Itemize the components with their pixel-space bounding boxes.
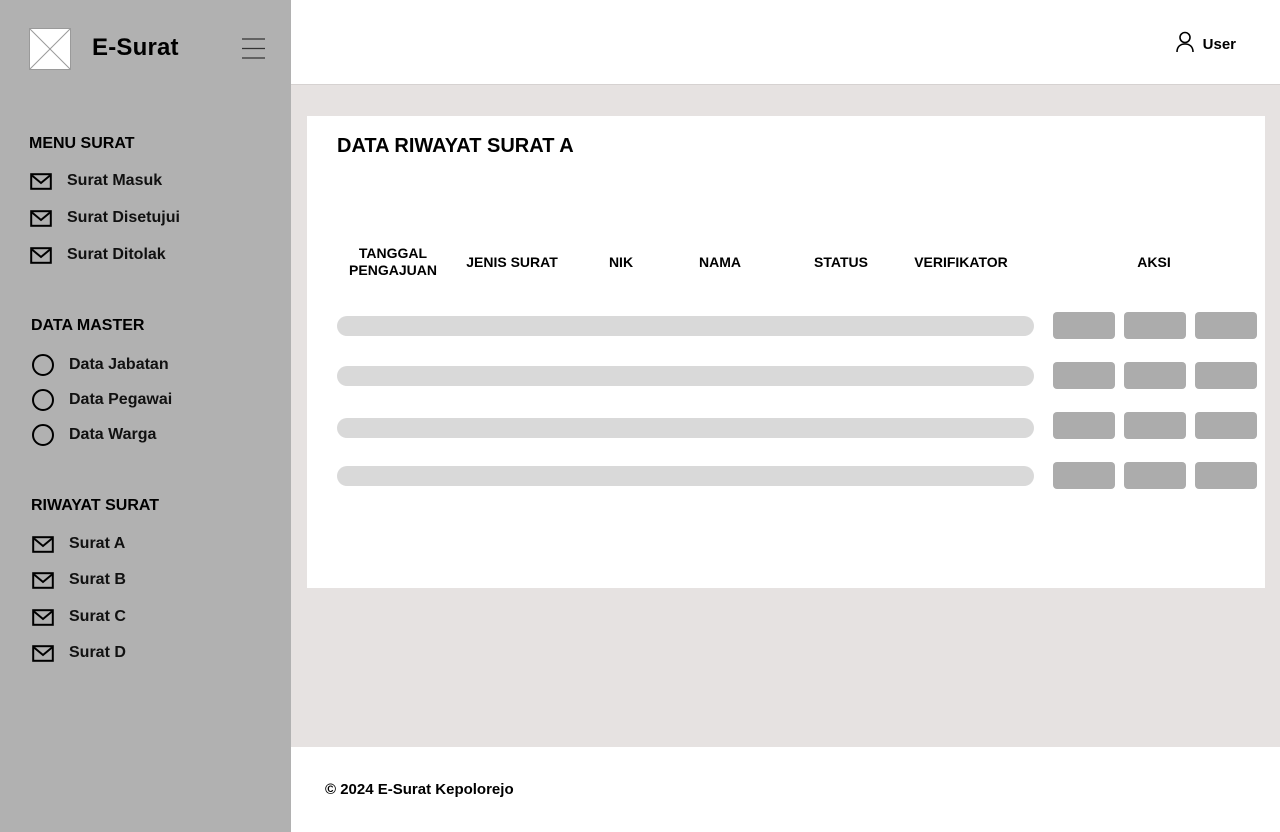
- footer: © 2024 E-Surat Kepolorejo: [291, 747, 1280, 832]
- action-button[interactable]: [1124, 362, 1186, 389]
- column-header-line: TANGGAL: [358, 245, 428, 261]
- table-row-placeholder: [337, 316, 1034, 336]
- action-button[interactable]: [1053, 312, 1115, 339]
- action-button[interactable]: [1053, 412, 1115, 439]
- section-title-riwayat-surat: RIWAYAT SURAT: [31, 497, 160, 514]
- column-header-tanggal-pengajuan: TANGGAL PENGAJUAN: [343, 245, 443, 279]
- column-header-aksi: AKSI: [1137, 254, 1171, 270]
- mail-icon: [29, 243, 53, 267]
- table-row-placeholder: [337, 366, 1034, 386]
- sidebar-item-label: Surat C: [69, 608, 126, 625]
- sidebar-item-data-warga[interactable]: Data Warga: [31, 421, 271, 449]
- circle-icon: [31, 353, 55, 377]
- logo-image-placeholder: [29, 28, 71, 70]
- user-menu[interactable]: User: [1175, 31, 1236, 58]
- table-row-placeholder: [337, 466, 1034, 486]
- footer-copyright: © 2024 E-Surat Kepolorejo: [325, 781, 514, 798]
- sidebar-item-surat-c[interactable]: Surat C: [31, 603, 271, 631]
- table-row-placeholder: [337, 418, 1034, 438]
- sidebar-item-label: Surat A: [69, 535, 126, 552]
- sidebar-item-label: Surat Disetujui: [67, 209, 180, 226]
- column-header-nik: NIK: [608, 254, 634, 270]
- mail-icon: [29, 206, 53, 230]
- mail-icon: [31, 568, 55, 592]
- sidebar-item-label: Surat Masuk: [67, 172, 163, 189]
- column-header-line: PENGAJUAN: [349, 262, 437, 278]
- column-header-verifikator: VERIFIKATOR: [914, 254, 1008, 270]
- sidebar-item-surat-a[interactable]: Surat A: [31, 530, 271, 558]
- mail-icon: [31, 605, 55, 629]
- column-header-nama: NAMA: [699, 254, 741, 270]
- action-button[interactable]: [1124, 312, 1186, 339]
- sidebar-item-surat-ditolak[interactable]: Surat Ditolak: [29, 241, 269, 269]
- app-name: E-Surat: [92, 34, 179, 61]
- sidebar: E-Surat MENU SURAT Surat Masuk Surat Dis…: [0, 0, 291, 832]
- action-button[interactable]: [1053, 362, 1115, 389]
- mail-icon: [31, 532, 55, 556]
- sidebar-item-label: Surat D: [69, 644, 126, 661]
- topbar: User: [291, 0, 1280, 85]
- sidebar-item-surat-masuk[interactable]: Surat Masuk: [29, 167, 269, 195]
- sidebar-item-label: Surat B: [69, 571, 126, 588]
- column-header-jenis-surat: JENIS SURAT: [466, 254, 558, 270]
- hamburger-menu-icon[interactable]: [242, 37, 265, 60]
- mail-icon: [29, 169, 53, 193]
- sidebar-item-surat-b[interactable]: Surat B: [31, 566, 271, 594]
- page-title: DATA RIWAYAT SURAT A: [337, 135, 574, 157]
- sidebar-item-data-pegawai[interactable]: Data Pegawai: [31, 386, 271, 414]
- section-title-data-master: DATA MASTER: [31, 317, 145, 334]
- circle-icon: [31, 388, 55, 412]
- sidebar-item-label: Data Jabatan: [69, 356, 169, 373]
- mail-icon: [31, 641, 55, 665]
- action-button[interactable]: [1124, 412, 1186, 439]
- section-title-menu-surat: MENU SURAT: [29, 135, 135, 152]
- main-card: DATA RIWAYAT SURAT A TANGGAL PENGAJUAN J…: [307, 116, 1265, 588]
- sidebar-item-label: Data Pegawai: [69, 391, 173, 408]
- column-header-status: STATUS: [814, 254, 868, 270]
- sidebar-item-label: Data Warga: [69, 426, 157, 443]
- action-button[interactable]: [1195, 312, 1257, 339]
- action-button[interactable]: [1195, 412, 1257, 439]
- action-button[interactable]: [1053, 462, 1115, 489]
- circle-icon: [31, 423, 55, 447]
- action-button[interactable]: [1195, 362, 1257, 389]
- user-icon: [1175, 31, 1195, 58]
- action-button[interactable]: [1195, 462, 1257, 489]
- image-placeholder-icon: [30, 29, 70, 69]
- user-label: User: [1202, 36, 1236, 53]
- sidebar-item-surat-d[interactable]: Surat D: [31, 639, 271, 667]
- sidebar-item-surat-disetujui[interactable]: Surat Disetujui: [29, 204, 269, 232]
- sidebar-item-label: Surat Ditolak: [67, 246, 166, 263]
- sidebar-item-data-jabatan[interactable]: Data Jabatan: [31, 351, 271, 379]
- action-button[interactable]: [1124, 462, 1186, 489]
